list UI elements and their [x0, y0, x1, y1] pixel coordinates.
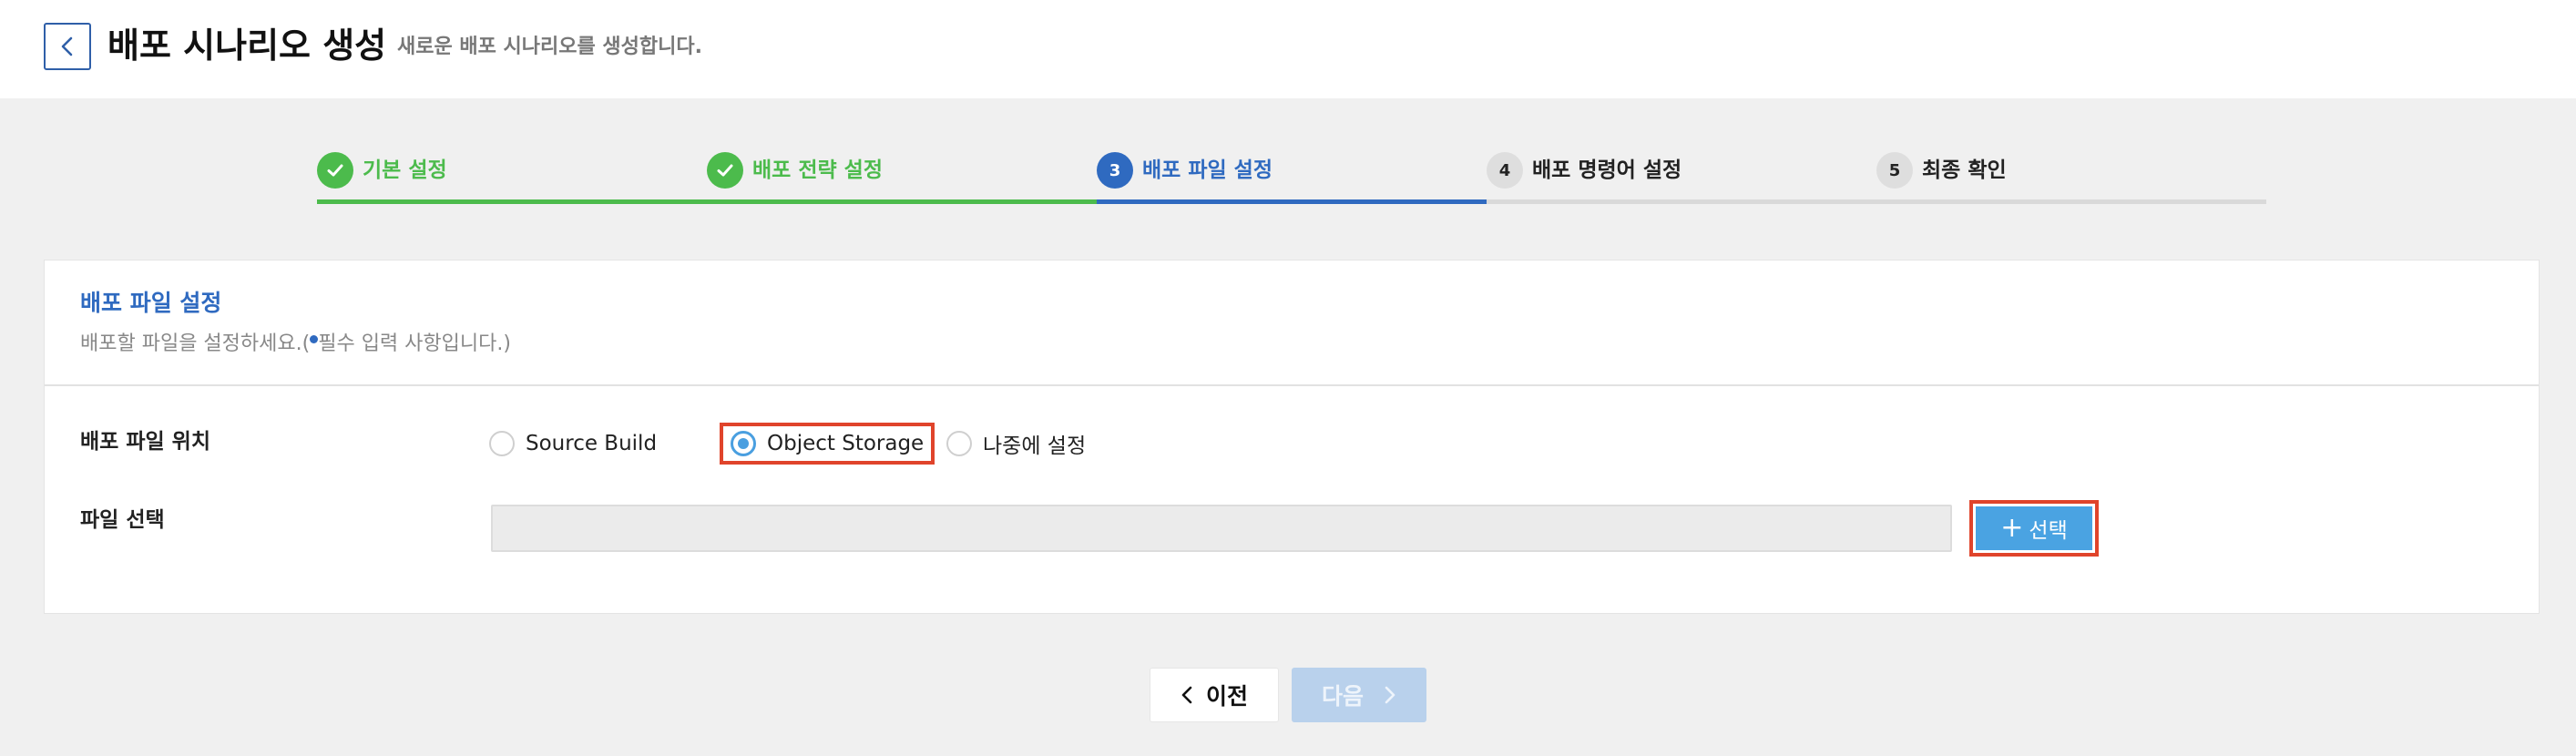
file-settings-panel: 배포 파일 설정 배포할 파일을 설정하세요.( 필수 입력 사항입니다.) 배포…	[44, 260, 2540, 614]
select-file-button[interactable]: + 선택	[1976, 506, 2092, 550]
step-number: 3	[1097, 152, 1133, 189]
step-label: 배포 명령어 설정	[1532, 158, 1682, 182]
select-button-label: 선택	[2029, 519, 2068, 543]
panel-description: 배포할 파일을 설정하세요.( 필수 입력 사항입니다.)	[80, 331, 511, 358]
radio-label: Object Storage	[767, 432, 925, 455]
description-text: 배포할 파일을 설정하세요.(	[80, 332, 311, 355]
previous-button-label: 이전	[1205, 683, 1248, 710]
required-dot-icon	[310, 335, 319, 343]
step-label: 최종 확인	[1922, 158, 2007, 182]
step-label: 기본 설정	[363, 158, 447, 182]
back-button[interactable]	[44, 23, 91, 70]
step-progress: 기본 설정 배포 전략 설정 3 배포 파일 설정 4 배포 명령어 설정 5 …	[317, 148, 2266, 206]
radio-label: 나중에 설정	[983, 434, 1087, 458]
step-bar	[707, 199, 1097, 204]
step-final-confirm: 5 최종 확인	[1876, 148, 2266, 206]
radio-button[interactable]	[489, 431, 515, 456]
select-button-highlight: + 선택	[1969, 500, 2099, 557]
file-path-input[interactable]	[491, 505, 1952, 552]
step-file-settings: 3 배포 파일 설정	[1097, 148, 1487, 206]
description-text: 필수 입력 사항입니다.)	[318, 332, 511, 355]
check-icon	[317, 152, 353, 189]
step-bar	[1097, 199, 1487, 204]
step-strategy-settings: 배포 전략 설정	[707, 148, 1097, 206]
radio-source-build[interactable]: Source Build	[489, 423, 657, 465]
step-label: 배포 파일 설정	[1142, 158, 1273, 182]
step-bar	[1487, 199, 1876, 204]
radio-button[interactable]	[946, 431, 972, 456]
previous-button[interactable]: 이전	[1150, 668, 1279, 722]
plus-icon: +	[2000, 512, 2024, 544]
next-button[interactable]: 다음	[1292, 668, 1426, 722]
radio-button[interactable]	[731, 431, 756, 456]
chevron-left-icon	[61, 36, 73, 56]
radio-object-storage[interactable]: Object Storage	[720, 423, 935, 465]
page-subtitle: 새로운 배포 시나리오를 생성합니다.	[397, 36, 702, 58]
next-button-label: 다음	[1321, 683, 1364, 710]
panel-header: 배포 파일 설정 배포할 파일을 설정하세요.( 필수 입력 사항입니다.)	[45, 261, 2539, 386]
step-command-settings: 4 배포 명령어 설정	[1487, 148, 1876, 206]
step-label: 배포 전략 설정	[752, 158, 883, 182]
panel-title: 배포 파일 설정	[80, 290, 222, 316]
check-icon	[707, 152, 743, 189]
page-header: 배포 시나리오 생성 새로운 배포 시나리오를 생성합니다.	[0, 0, 2576, 98]
radio-label: Source Build	[526, 432, 658, 455]
step-bar	[1876, 199, 2266, 204]
chevron-right-icon	[1385, 686, 1395, 704]
file-select-label: 파일 선택	[80, 508, 165, 532]
file-location-label: 배포 파일 위치	[80, 430, 210, 454]
page-title: 배포 시나리오 생성	[107, 26, 387, 66]
step-number: 5	[1876, 152, 1913, 189]
step-number: 4	[1487, 152, 1523, 189]
step-basic-settings: 기본 설정	[317, 148, 707, 206]
radio-set-later[interactable]: 나중에 설정	[946, 423, 1086, 465]
step-bar	[317, 199, 707, 204]
chevron-left-icon	[1181, 686, 1192, 704]
